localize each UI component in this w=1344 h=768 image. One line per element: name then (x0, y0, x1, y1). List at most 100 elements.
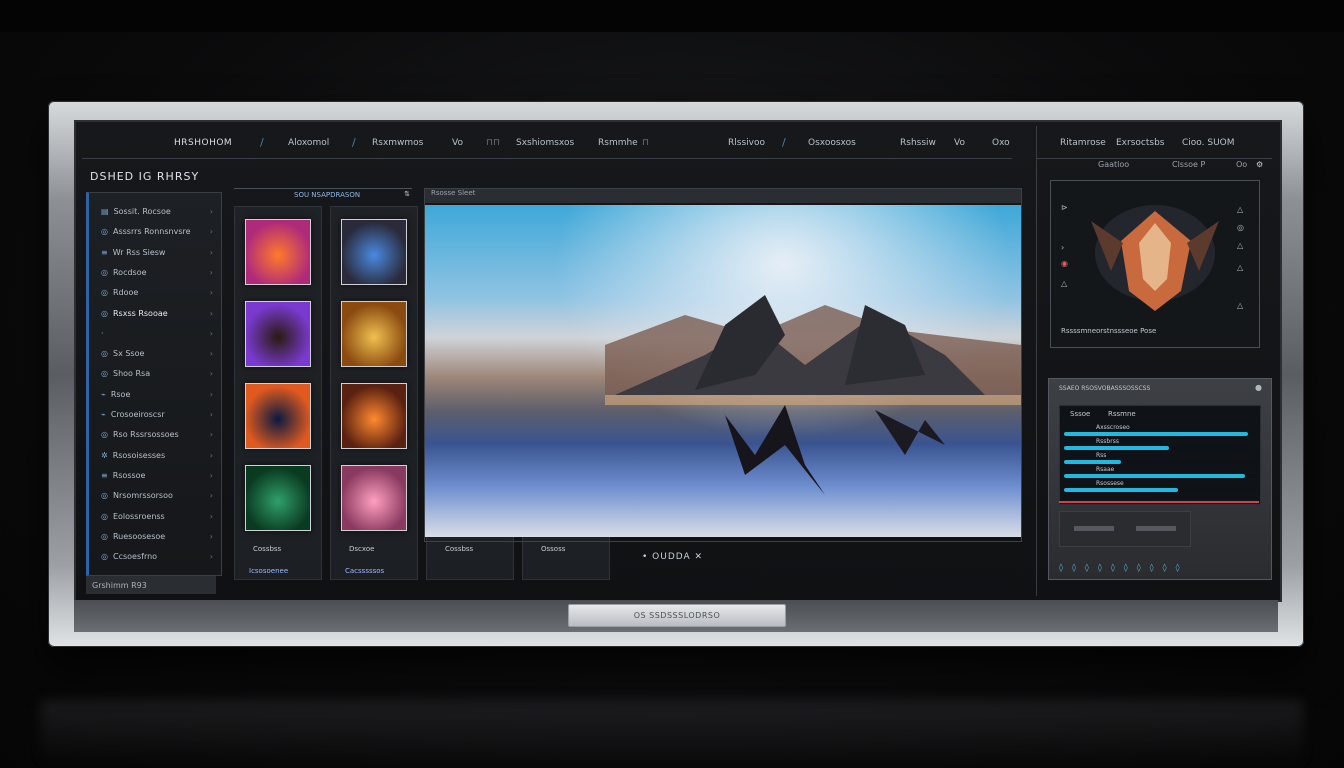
nav-item-4[interactable]: Sxshiomsxos (516, 138, 574, 148)
chevron-right-icon[interactable]: › (210, 451, 213, 460)
sidebar-item-icon: ◎ (101, 349, 108, 359)
nav-item-7[interactable]: Osxoosxos (808, 138, 856, 148)
sidebar-item[interactable]: ◎ Sx Ssoe (101, 349, 144, 358)
warning-icon[interactable]: △ (1237, 301, 1243, 310)
sidebar-item-label: Crosoeiroscsr (110, 410, 165, 419)
nav-item-2[interactable]: Rsxmwmos (372, 138, 423, 148)
chevron-icon[interactable]: › (1061, 243, 1064, 252)
nav-item-5[interactable]: Rsmmhe (598, 138, 638, 148)
chevron-right-icon[interactable]: › (210, 288, 213, 297)
warning-icon[interactable]: △ (1237, 263, 1243, 272)
nav-item-6[interactable]: Rlssivoo (728, 138, 765, 148)
sidebar-item[interactable]: ◎ Rsxss Rsooae (101, 309, 168, 318)
image-thumbnail[interactable] (341, 301, 407, 367)
right-nav-item-2[interactable]: Exrsoctsbs (1116, 138, 1164, 148)
nav-item-9[interactable]: Vo (954, 138, 965, 148)
image-thumbnail[interactable] (245, 219, 311, 285)
gallery-column-link[interactable]: Icsosoenee (249, 567, 288, 575)
gallery-header: SOU NSAPDRASON ⇅ (234, 188, 412, 203)
chevron-right-icon[interactable]: › (210, 369, 213, 378)
sidebar-item-icon: ⌁ (101, 410, 106, 419)
sidebar-item[interactable]: ◎ Nrsomrssorsoo (101, 491, 173, 500)
chevron-right-icon[interactable]: › (210, 207, 213, 216)
image-thumbnail[interactable] (341, 219, 407, 285)
record-icon[interactable]: ◉ (1061, 259, 1068, 268)
right-subnav-3[interactable]: Oo (1236, 160, 1247, 169)
sidebar-item[interactable]: ◎ Shoo Rsa (101, 369, 150, 378)
image-thumbnail[interactable] (245, 383, 311, 449)
warning-icon[interactable]: △ (1237, 205, 1243, 214)
stats-bar (1064, 432, 1249, 436)
nav-brand[interactable]: HRSHOHOM (174, 138, 232, 148)
chevron-right-icon[interactable]: › (210, 248, 213, 257)
nav-item-1[interactable]: Aloxomol (288, 138, 329, 148)
gallery-column-link[interactable]: Cacsssssos (345, 567, 384, 575)
sidebar-item[interactable]: ◎ Rdooe (101, 288, 138, 297)
chevron-right-icon[interactable]: › (210, 309, 213, 318)
nav-icon[interactable]: ⊓ (642, 138, 649, 148)
sidebar-item[interactable]: ⌁ Crosoeiroscsr (101, 410, 165, 419)
settings-icon[interactable]: ⚙ (1256, 160, 1263, 169)
sidebar-item[interactable]: ≡ Rsossoe (101, 471, 145, 480)
sidebar-item[interactable]: ◎ Asssrrs Ronnsnvsre (101, 227, 191, 236)
lock-icon[interactable]: ◎ (1237, 223, 1244, 232)
nav-icon[interactable]: ⊓⊓ (486, 138, 500, 148)
chevron-right-icon[interactable]: › (210, 329, 213, 338)
warning-icon[interactable]: △ (1061, 279, 1067, 288)
right-subnav-1[interactable]: Gaatloo (1098, 160, 1129, 169)
chin-button[interactable]: OS SSDSSSLODRSO (568, 604, 786, 627)
preview-image[interactable] (425, 205, 1021, 537)
sidebar-item[interactable]: ▤ Sossit. Rocsoe (101, 207, 171, 216)
alert-icon[interactable]: △ (1237, 241, 1243, 250)
sidebar-item-label: Rsossoe (112, 470, 146, 480)
sidebar-item[interactable]: · (101, 329, 109, 338)
image-thumbnail[interactable] (245, 301, 311, 367)
image-thumbnail[interactable] (245, 465, 311, 531)
chevron-right-icon[interactable]: › (210, 227, 213, 236)
chevron-right-icon[interactable]: › (210, 390, 213, 399)
chevron-right-icon[interactable]: › (210, 410, 213, 419)
sidebar-item[interactable]: ≡ Wr Rss Siesw (101, 248, 165, 257)
sidebar-item[interactable]: ◎ Rso Rssrsossoes (101, 430, 179, 439)
close-icon[interactable]: ● (1255, 383, 1262, 392)
nav-item-3[interactable]: Vo (452, 138, 463, 148)
image-thumbnail[interactable] (341, 465, 407, 531)
chevron-right-icon[interactable]: › (210, 532, 213, 541)
chevron-right-icon[interactable]: › (210, 430, 213, 439)
sidebar-item[interactable]: ◎ Eolossroenss (101, 512, 165, 521)
panel-divider (1036, 126, 1037, 596)
sidebar-item-icon: ◎ (101, 511, 108, 521)
chevron-right-icon[interactable]: › (210, 491, 213, 500)
nav-item-10[interactable]: Oxo (992, 138, 1010, 148)
chevron-right-icon[interactable]: › (210, 471, 213, 480)
sidebar-item-label: Rocdsoe (112, 267, 147, 277)
stats-row-label: Rsossese (1096, 480, 1124, 487)
nav-divider: / (352, 136, 356, 149)
stats-row-label: Axsscroseo (1096, 424, 1130, 431)
toolbar-icons[interactable]: ◊◊◊◊◊◊◊◊◊◊ (1059, 563, 1263, 572)
sidebar-item-label: Asssrrs Ronnsnvsre (112, 227, 191, 237)
right-subnav-2[interactable]: Clssoe P (1172, 160, 1205, 169)
chevron-right-icon[interactable]: › (210, 512, 213, 521)
sidebar-item[interactable]: ⌁ Rsoe (101, 390, 130, 399)
sidebar-footer[interactable]: Grshimm R93 (86, 576, 216, 594)
gallery-column-label: Cossbss (253, 545, 282, 553)
right-nav-item-3[interactable]: Cioo. SUOM (1182, 138, 1235, 148)
nav-item-8[interactable]: Rshssiw (900, 138, 936, 148)
chevron-right-icon[interactable]: › (210, 349, 213, 358)
action-button[interactable] (1136, 526, 1176, 531)
action-button[interactable] (1074, 526, 1114, 531)
sidebar-item[interactable]: ◎ Ccsoesfrno (101, 552, 157, 561)
sort-icon[interactable]: ⇅ (404, 190, 410, 198)
chevron-right-icon[interactable]: › (210, 268, 213, 277)
sidebar-item[interactable]: ◎ Rocdsoe (101, 268, 147, 277)
image-thumbnail[interactable] (341, 383, 407, 449)
chevron-right-icon[interactable]: › (210, 552, 213, 561)
sidebar-item[interactable]: ◎ Ruesoosesoe (101, 532, 165, 541)
preview-header: Rsosse Sleet (425, 189, 1021, 203)
sidebar-item[interactable]: ✲ Rsosoisesses (101, 451, 165, 460)
sidebar-item-label: Eolossroenss (112, 511, 165, 521)
right-nav-item-1[interactable]: Ritamrose (1060, 138, 1106, 148)
sidebar-item-icon: ◎ (101, 227, 108, 237)
settings-icon[interactable]: ⊳ (1061, 203, 1068, 212)
